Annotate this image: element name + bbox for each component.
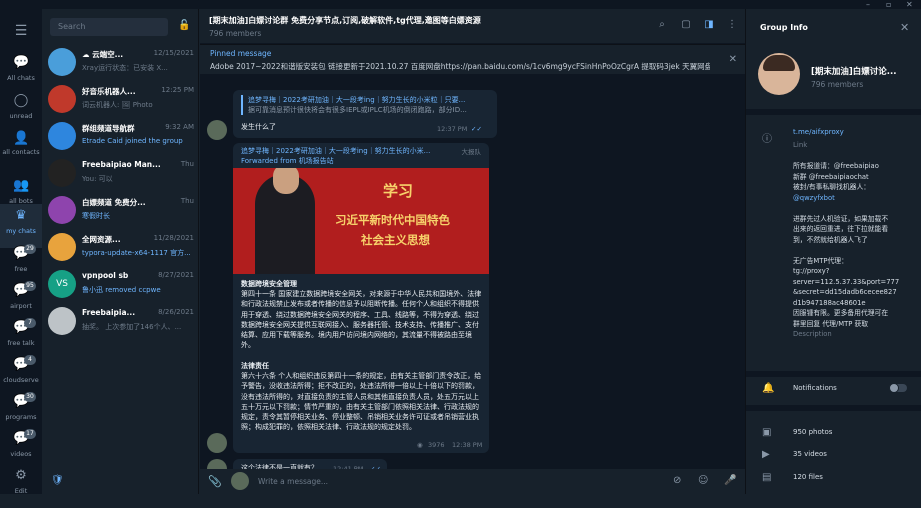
comments-icon[interactable]: ▢ — [680, 19, 692, 31]
minimize-button[interactable]: – — [866, 0, 870, 9]
avatar — [231, 472, 249, 490]
sidebar-toggle-icon[interactable]: ◨ — [703, 19, 715, 31]
group-name: [期末加油]白嫖讨论... — [811, 67, 897, 77]
toggle-knob — [889, 383, 899, 393]
file-icon: ▤ — [762, 472, 772, 483]
shield-icon[interactable]: 🛡 — [51, 475, 64, 486]
portrait-face — [273, 168, 299, 194]
attach-icon[interactable]: 📎 — [208, 475, 222, 488]
message-list: 追梦寻梅｜2022考研加油｜大一段考ing｜努力生长的小米粒｜只要... 据可靠… — [200, 75, 745, 479]
lock-icon[interactable]: 🔓 — [178, 20, 190, 31]
title-bar: – ▫ ✕ — [0, 0, 921, 9]
sliders-icon: ⚙ — [15, 468, 27, 483]
message-input[interactable]: Write a message... — [258, 477, 328, 486]
avatar — [48, 48, 76, 76]
more-icon[interactable]: ⋮ — [726, 19, 738, 31]
reply-preview[interactable]: 追梦寻梅｜2022考研加油｜大一段考ing｜努力生长的小米粒｜只要... 据可靠… — [241, 95, 489, 115]
group-members: 796 members — [811, 80, 864, 89]
pin-icon[interactable]: ✕ — [729, 54, 737, 65]
message[interactable]: 追梦寻梅｜2022考研加油｜大一段考ing｜努力生长的小米... 大报队 For… — [233, 143, 489, 453]
compose-bar: 📎 Write a message... ⊘ ☺ 🎤 — [200, 469, 745, 494]
hamburger-icon: ☰ — [14, 23, 28, 39]
avatar — [48, 307, 76, 335]
avatar — [207, 120, 227, 140]
folder-all-contacts[interactable]: 👤 all contacts — [0, 127, 42, 171]
close-window-button[interactable]: ✕ — [906, 0, 913, 9]
bot-icon: 👥 — [13, 178, 30, 193]
chat-list: Search 🔓 ☁ 云端空... 12/15/2021 Xray运行状态：已安装… — [42, 9, 199, 494]
folder-edit[interactable]: ⚙ Edit — [0, 464, 42, 508]
list-item[interactable]: VS vpnpool sb 8/27/2021 鲁小迅 removed ccpwe — [42, 266, 199, 303]
info-icon: ⓘ — [762, 134, 772, 145]
list-item[interactable]: 白嫖频道 免费分... Thu 寒假时长 — [42, 192, 199, 229]
avatar — [48, 85, 76, 113]
command-icon[interactable]: ⊘ — [673, 475, 681, 486]
group-link[interactable]: t.me/aifxproxy — [793, 127, 913, 137]
search-icon[interactable]: ⌕ — [656, 19, 668, 31]
list-item[interactable]: Freebaipia... 8/26/2021 抽奖。 上次参加了146个人、..… — [42, 303, 199, 340]
group-info-panel: Group Info ✕ [期末加油]白嫖讨论... 796 members ⓘ… — [745, 9, 921, 494]
chat-header[interactable]: [期末加油]白嫖讨论群 免费分享节点,订阅,破解软件,tg代理,邀图等白嫖资源 … — [200, 9, 745, 43]
folder-sidebar: ☰ 💬 All chats ◯ unread 👤 all contacts 👥 all … — [0, 9, 42, 495]
photo-icon: ▣ — [762, 427, 772, 438]
video-icon: ▶ — [762, 449, 770, 460]
bell-icon: 🔔 — [762, 383, 775, 394]
forwarded-image[interactable]: 学习 习近平新时代中国特色 社会主义思想 — [233, 168, 489, 274]
avatar — [48, 159, 76, 187]
chat-bubbles-icon: 💬 — [13, 55, 30, 70]
member-count: 796 members — [209, 29, 262, 38]
avatar — [48, 196, 76, 224]
divider — [746, 109, 921, 115]
avatar — [48, 122, 76, 150]
person-icon: 👤 — [13, 131, 30, 146]
search-input[interactable]: Search — [50, 18, 168, 36]
chat-title: [期末加油]白嫖讨论群 免费分享节点,订阅,破解软件,tg代理,邀图等白嫖资源 — [209, 16, 481, 25]
chat-bubble-icon: ◯ — [13, 93, 29, 108]
chat-area: [期末加油]白嫖讨论群 免费分享节点,订阅,破解软件,tg代理,邀图等白嫖资源 … — [200, 9, 745, 494]
crown-icon: ♛ — [15, 208, 27, 223]
emoji-icon[interactable]: ☺ — [698, 475, 708, 486]
list-item[interactable]: 全网资源... 11/28/2021 typora-update-x64-1117… — [42, 229, 199, 266]
message[interactable]: 追梦寻梅｜2022考研加油｜大一段考ing｜努力生长的小米粒｜只要... 据可靠… — [233, 90, 497, 138]
list-item[interactable]: 好音乐机器人... 12:25 PM 词云机器人: 🖼 Photo — [42, 81, 199, 118]
avatar[interactable] — [758, 53, 800, 95]
avatar — [48, 233, 76, 261]
list-item[interactable]: ☁ 云端空... 12/15/2021 Xray运行状态：已安装 X... — [42, 44, 199, 81]
eye-icon: ◉ — [417, 441, 423, 449]
list-item[interactable]: Freebaipiao Man... Thu You: 可以 — [42, 155, 199, 192]
list-item[interactable]: 群组频道导航群 9:32 AM Etrade Caid joined the gr… — [42, 118, 199, 155]
avatar: VS — [48, 270, 76, 298]
panel-title: Group Info — [760, 23, 808, 32]
avatar — [207, 433, 227, 453]
divider — [746, 405, 921, 411]
close-icon[interactable]: ✕ — [900, 21, 909, 34]
group-description: 所有报道请：@freebaipiao 新群 @freebaipiaochat 被… — [793, 162, 900, 338]
maximize-button[interactable]: ▫ — [886, 0, 891, 9]
divider — [746, 371, 921, 377]
videos-link[interactable]: 35 videos — [793, 449, 913, 459]
avatar-hair — [763, 55, 795, 71]
microphone-icon[interactable]: 🎤 — [724, 475, 736, 486]
files-link[interactable]: 120 files — [793, 472, 913, 482]
read-checks-icon: ✓✓ — [471, 125, 482, 133]
photos-link[interactable]: 950 photos — [793, 427, 913, 437]
pinned-message[interactable]: Pinned message Adobe 2017~2022和谐版安装包 链接更… — [200, 44, 745, 74]
notifications-toggle[interactable] — [889, 383, 907, 393]
